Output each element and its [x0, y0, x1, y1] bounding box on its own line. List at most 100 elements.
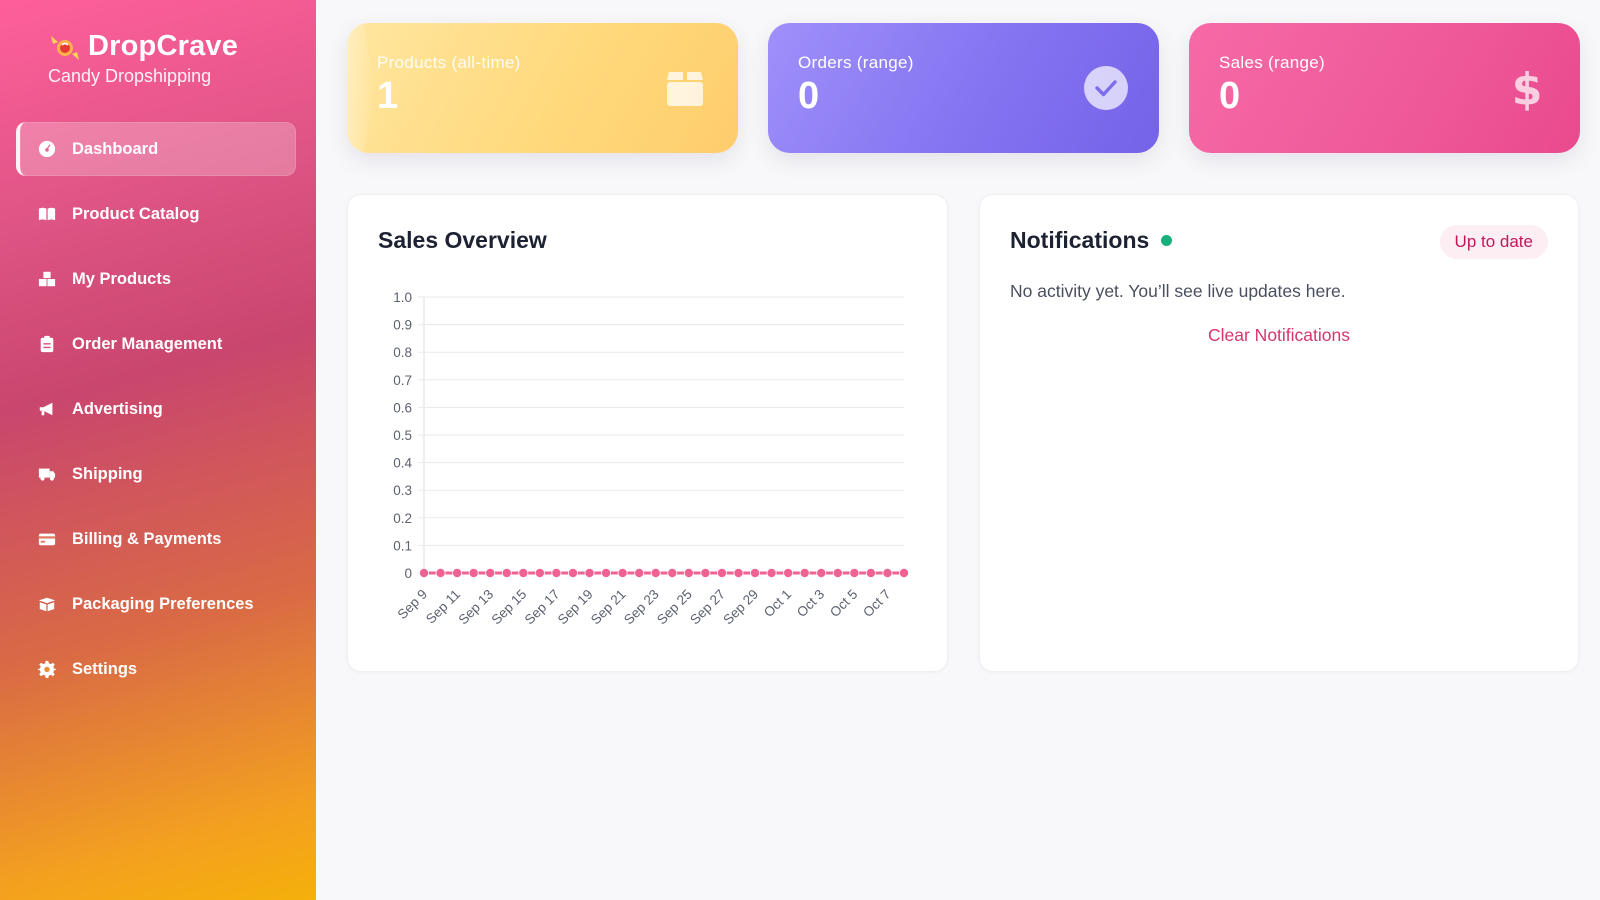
y-tick-label: 0 — [404, 566, 412, 581]
box-icon — [662, 65, 708, 111]
book-icon — [36, 203, 58, 225]
candy-icon — [48, 32, 82, 62]
sidebar-item-label: Order Management — [72, 334, 223, 353]
notifications-empty-message: No activity yet. You’ll see live updates… — [1010, 281, 1346, 301]
sales-data-point — [601, 567, 612, 578]
notifications-panel: Notifications Up to date No activity yet… — [979, 194, 1579, 672]
card-accent-stripe — [347, 23, 375, 153]
package-icon — [36, 593, 58, 615]
x-tick-label: Sep 13 — [455, 587, 496, 628]
sales-data-point — [567, 567, 578, 578]
sales-data-point — [584, 567, 595, 578]
sales-data-point — [452, 567, 463, 578]
sidebar-item-label: Packaging Preferences — [72, 594, 254, 613]
check-circle-icon — [1083, 65, 1129, 111]
x-tick-label: Oct 3 — [794, 587, 827, 620]
sales-data-point — [816, 567, 827, 578]
sales-stat-value: 0 — [1219, 75, 1241, 117]
sales-data-point — [518, 567, 529, 578]
x-tick-label: Sep 27 — [687, 587, 728, 628]
y-tick-label: 0.4 — [393, 456, 412, 471]
sales-data-point — [634, 567, 645, 578]
sales-data-point — [617, 567, 628, 578]
sidebar-item-billing-payments[interactable]: Billing & Payments — [16, 512, 296, 566]
sales-data-point — [683, 567, 694, 578]
sales-data-point — [733, 567, 744, 578]
x-tick-label: Sep 19 — [555, 587, 596, 628]
status-badge: Up to date — [1439, 225, 1548, 259]
sales-data-point — [783, 567, 794, 578]
sales-data-point — [849, 567, 860, 578]
sidebar-item-my-products[interactable]: My Products — [16, 252, 296, 306]
y-tick-label: 0.2 — [393, 511, 412, 526]
sales-data-point — [766, 567, 777, 578]
sales-data-point — [882, 567, 893, 578]
x-tick-label: Oct 7 — [860, 587, 893, 620]
sidebar-item-order-management[interactable]: Order Management — [16, 317, 296, 371]
sales-overview-title: Sales Overview — [378, 227, 547, 253]
y-tick-label: 0.7 — [393, 373, 412, 388]
sidebar-item-label: Shipping — [72, 464, 143, 483]
sales-data-point — [700, 567, 711, 578]
sidebar-item-settings[interactable]: Settings — [16, 642, 296, 696]
sales-data-point — [419, 567, 430, 578]
clear-notifications-button[interactable]: Clear Notifications — [980, 325, 1578, 346]
brand-tagline: Candy Dropshipping — [48, 66, 212, 86]
sales-data-point — [485, 567, 496, 578]
dashboard-icon — [36, 138, 58, 160]
sales-overview-panel: Sales Overview 0 0.1 0.2 0.3 0.4 0.5 0.6 0.7 0.8… — [347, 194, 948, 672]
sales-data-point — [501, 567, 512, 578]
sidebar-item-label: Settings — [72, 659, 138, 678]
x-tick-label: Sep 25 — [654, 587, 695, 628]
x-tick-label: Sep 23 — [621, 587, 662, 628]
sales-data-point — [435, 567, 446, 578]
x-tick-label: Sep 29 — [720, 587, 761, 628]
sidebar-item-product-catalog[interactable]: Product Catalog — [16, 187, 296, 241]
truck-icon — [36, 463, 58, 485]
credit-card-icon — [36, 528, 58, 550]
sales-data-point — [468, 567, 479, 578]
x-tick-label: Sep 21 — [588, 587, 629, 628]
sidebar-item-label: Billing & Payments — [72, 529, 222, 548]
sales-data-point — [534, 567, 545, 578]
brand-name: DropCrave — [88, 30, 239, 62]
sidebar-item-packaging-preferences[interactable]: Packaging Preferences — [16, 577, 296, 631]
x-tick-label: Sep 17 — [522, 587, 563, 628]
sales-chart: 0 0.1 0.2 0.3 0.4 0.5 0.6 0.7 0.8 0.9 1.0 Sep 9 Sep … — [378, 277, 918, 647]
sidebar-item-dashboard[interactable]: Dashboard — [16, 122, 296, 176]
sales-data-point — [750, 567, 761, 578]
notifications-header: Notifications — [1010, 227, 1173, 254]
sales-data-point — [865, 567, 876, 578]
products-stat-label: Products (all-time) — [377, 53, 521, 72]
sales-data-point — [799, 567, 810, 578]
x-tick-label: Sep 11 — [423, 587, 463, 627]
orders-stat-card: Orders (range) 0 — [768, 23, 1159, 153]
sales-stat-card: Sales (range) 0 $ — [1189, 23, 1580, 153]
sidebar-item-label: My Products — [72, 269, 172, 288]
orders-stat-label: Orders (range) — [798, 53, 914, 72]
sales-stat-label: Sales (range) — [1219, 53, 1325, 72]
dollar-icon: $ — [1504, 64, 1550, 113]
orders-stat-value: 0 — [798, 75, 820, 117]
y-tick-label: 0.6 — [393, 400, 412, 415]
y-tick-label: 0.1 — [393, 538, 412, 553]
y-tick-label: 0.5 — [393, 428, 412, 443]
sales-chart-svg: 00.10.20.30.40.50.60.70.80.91.0Sep 9Sep … — [393, 290, 910, 628]
sales-data-point — [667, 567, 678, 578]
x-tick-label: Oct 1 — [761, 587, 794, 620]
svg-text:$: $ — [1512, 64, 1542, 113]
sidebar-item-label: Product Catalog — [72, 204, 200, 223]
sales-data-point — [650, 567, 661, 578]
y-tick-label: 1.0 — [393, 290, 412, 305]
x-tick-label: Sep 15 — [489, 587, 530, 628]
y-tick-label: 0.8 — [393, 345, 412, 360]
live-status-dot — [1161, 235, 1173, 246]
sidebar: DropCrave Candy Dropshipping Dashboard P… — [0, 0, 316, 900]
notifications-title: Notifications — [1010, 227, 1150, 253]
sidebar-item-label: Dashboard — [72, 139, 159, 158]
sidebar-item-advertising[interactable]: Advertising — [16, 382, 296, 436]
y-tick-label: 0.3 — [393, 483, 412, 498]
sales-data-point — [551, 567, 562, 578]
sidebar-item-shipping[interactable]: Shipping — [16, 447, 296, 501]
y-tick-label: 0.9 — [393, 318, 412, 333]
